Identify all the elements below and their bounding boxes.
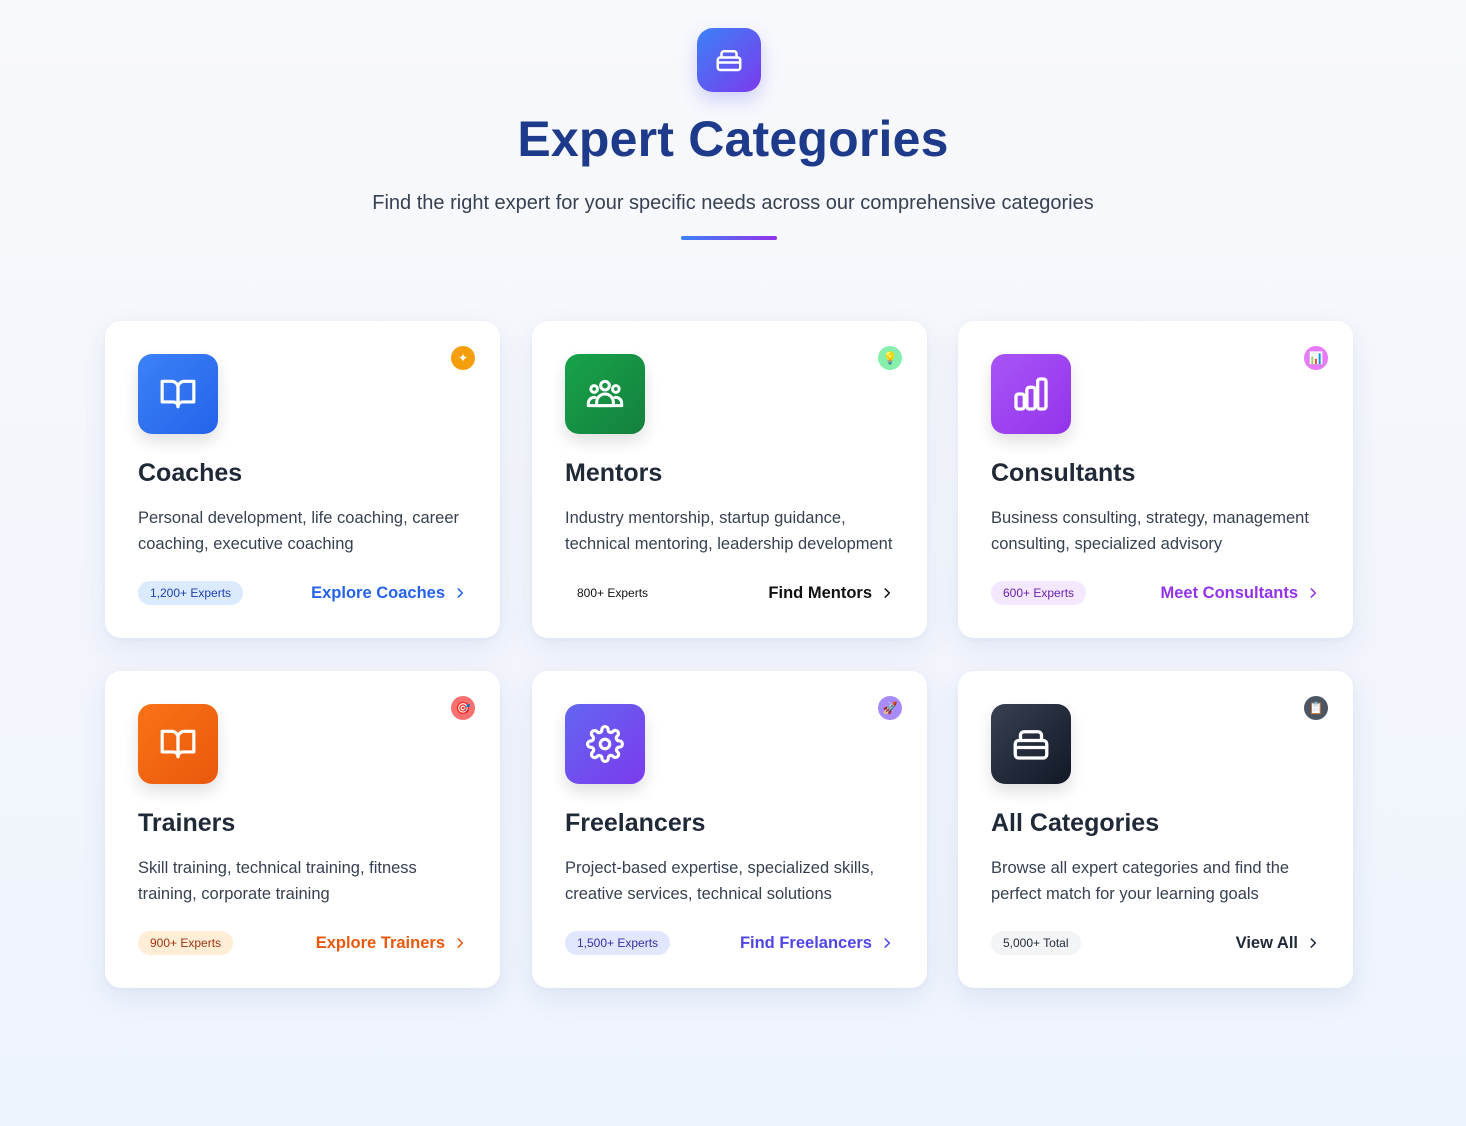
card-description: Project-based expertise, specialized ski… bbox=[565, 859, 875, 903]
chevron-right-icon bbox=[1306, 936, 1320, 950]
rocket-icon: 🚀 bbox=[878, 696, 902, 720]
card-cta-link[interactable]: Explore Trainers bbox=[316, 931, 467, 955]
lightbulb-icon: 💡 bbox=[878, 346, 902, 370]
card-cta-label: Find Mentors bbox=[768, 584, 872, 602]
card-title: Mentors bbox=[565, 459, 663, 487]
card-cta-link[interactable]: Find Mentors bbox=[768, 581, 894, 605]
gear-icon bbox=[565, 704, 645, 784]
card-description: Browse all expert categories and find th… bbox=[991, 859, 1290, 903]
bar-chart-icon bbox=[991, 354, 1071, 434]
card-title: Consultants bbox=[991, 459, 1136, 487]
card-cta-link[interactable]: Meet Consultants bbox=[1160, 581, 1320, 605]
category-card-freelancers[interactable]: 🚀 Freelancers Project-based expertise, s… bbox=[532, 671, 927, 988]
card-description: Skill training, technical training, fitn… bbox=[138, 859, 417, 903]
chevron-right-icon bbox=[453, 586, 467, 600]
category-card-trainers[interactable]: 🎯 Trainers Skill training, technical tra… bbox=[105, 671, 500, 988]
page-subtitle: Find the right expert for your specific … bbox=[372, 192, 1094, 214]
category-card-coaches[interactable]: ✦ Coaches Personal development, life coa… bbox=[105, 321, 500, 638]
card-cta-label: Explore Coaches bbox=[311, 584, 445, 602]
card-title: Freelancers bbox=[565, 809, 706, 837]
card-cta-label: View All bbox=[1235, 934, 1298, 952]
category-card-mentors[interactable]: 💡 Mentors Industry mentorship, startup g… bbox=[532, 321, 927, 638]
clipboard-icon: 📋 bbox=[1304, 696, 1328, 720]
category-card-consultants[interactable]: 📊 Consultants Business consulting, strat… bbox=[958, 321, 1353, 638]
card-cta-link[interactable]: View All bbox=[1236, 931, 1320, 955]
chevron-right-icon bbox=[880, 586, 894, 600]
card-description: Industry mentorship, startup guidance, t… bbox=[565, 509, 893, 553]
users-group-icon bbox=[565, 354, 645, 434]
card-cta-link[interactable]: Explore Coaches bbox=[311, 581, 467, 605]
card-title: Coaches bbox=[138, 459, 243, 487]
book-open-icon bbox=[138, 704, 218, 784]
chart-emoji-icon: 📊 bbox=[1304, 346, 1328, 370]
briefcase-icon bbox=[991, 704, 1071, 784]
card-description: Personal development, life coaching, car… bbox=[138, 509, 460, 553]
expert-count-badge: 1,500+ Experts bbox=[565, 931, 671, 955]
category-card-all-categories[interactable]: 📋 All Categories Browse all expert categ… bbox=[958, 671, 1353, 988]
book-open-icon bbox=[138, 354, 218, 434]
card-cta-link[interactable]: Find Freelancers bbox=[740, 931, 894, 955]
chevron-right-icon bbox=[880, 936, 894, 950]
card-description: Business consulting, strategy, managemen… bbox=[991, 509, 1309, 553]
expert-count-badge: 600+ Experts bbox=[991, 581, 1087, 605]
card-title: Trainers bbox=[138, 809, 236, 837]
expert-count-badge: 900+ Experts bbox=[138, 931, 234, 955]
card-cta-label: Meet Consultants bbox=[1160, 584, 1298, 602]
chevron-right-icon bbox=[1306, 586, 1320, 600]
expert-count-badge: 800+ Experts bbox=[565, 581, 661, 605]
chevron-right-icon bbox=[453, 936, 467, 950]
target-icon: 🎯 bbox=[451, 696, 475, 720]
page-title: Expert Categories bbox=[517, 111, 949, 167]
sparkle-icon: ✦ bbox=[451, 346, 475, 370]
briefcase-icon bbox=[697, 28, 761, 92]
title-divider bbox=[681, 236, 777, 240]
expert-count-badge: 5,000+ Total bbox=[991, 931, 1081, 955]
card-title: All Categories bbox=[991, 809, 1160, 837]
expert-count-badge: 1,200+ Experts bbox=[138, 581, 244, 605]
card-cta-label: Explore Trainers bbox=[315, 934, 445, 952]
card-cta-label: Find Freelancers bbox=[739, 934, 872, 952]
